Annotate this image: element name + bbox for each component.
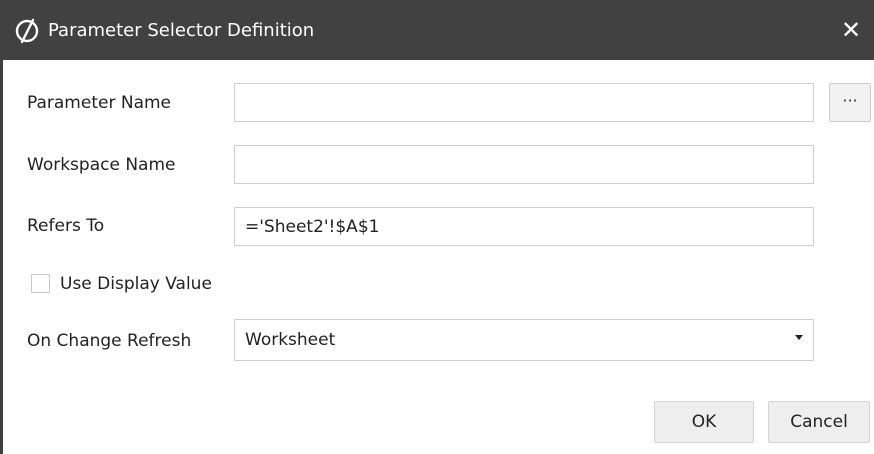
dropdown-arrow-icon xyxy=(795,335,803,340)
on-change-refresh-select[interactable]: Worksheet xyxy=(234,319,814,361)
cancel-button[interactable]: Cancel xyxy=(768,401,870,443)
parameter-name-input[interactable] xyxy=(234,83,814,122)
app-logo-icon xyxy=(15,18,39,44)
refers-to-label: Refers To xyxy=(27,216,105,236)
on-change-refresh-label: On Change Refresh xyxy=(27,331,192,351)
title-bar: Parameter Selector Definition ✕ xyxy=(0,0,874,60)
window-title: Parameter Selector Definition xyxy=(48,20,315,41)
close-button[interactable]: ✕ xyxy=(836,14,866,46)
ok-button[interactable]: OK xyxy=(654,401,754,443)
on-change-refresh-value: Worksheet xyxy=(245,330,336,350)
refers-to-input[interactable] xyxy=(234,207,814,246)
dialog-body: Parameter Name ··· Workspace Name Refers… xyxy=(0,60,874,454)
browse-parameter-button[interactable]: ··· xyxy=(829,83,871,122)
use-display-value-label: Use Display Value xyxy=(60,274,212,294)
workspace-name-input[interactable] xyxy=(234,145,814,184)
workspace-name-label: Workspace Name xyxy=(27,155,176,175)
use-display-value-checkbox[interactable] xyxy=(31,274,50,293)
parameter-name-label: Parameter Name xyxy=(27,93,172,113)
